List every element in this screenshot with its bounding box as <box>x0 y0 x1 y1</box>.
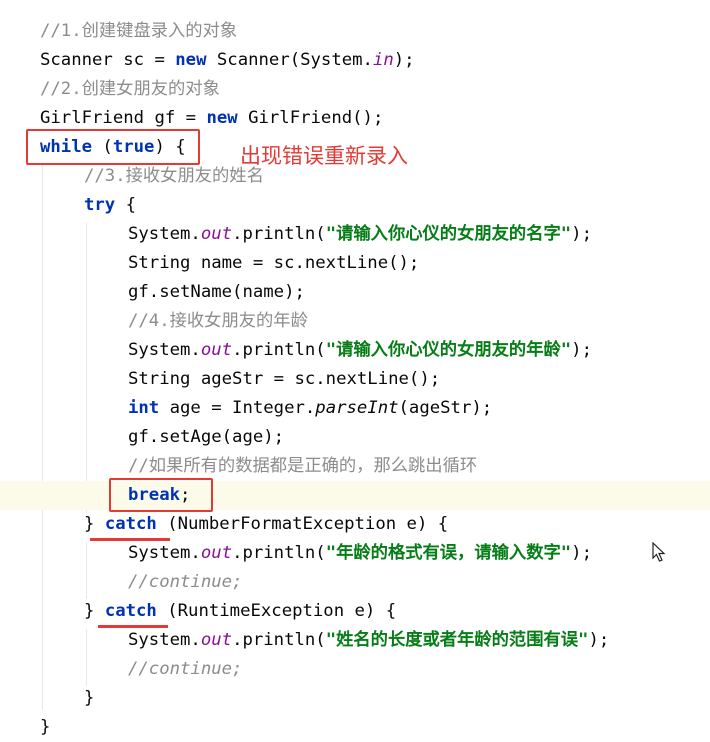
keyword: int <box>128 398 160 418</box>
code-text: .println( <box>232 340 326 360</box>
comment: //continue; <box>128 659 243 679</box>
code-line[interactable]: //如果所有的数据都是正确的，那么跳出循环 <box>0 452 710 481</box>
code-line[interactable]: //2.创建女朋友的对象 <box>0 75 710 104</box>
code-text: ); <box>571 340 592 360</box>
code-text: .println( <box>232 630 326 650</box>
code-text: } <box>84 688 95 708</box>
code-line[interactable]: try { <box>0 191 710 220</box>
code-text: ); <box>571 543 592 563</box>
current-code-line[interactable]: break; <box>0 481 710 510</box>
code-text: } <box>40 717 51 737</box>
keyword: new <box>206 108 238 128</box>
keyword: catch <box>104 514 157 534</box>
code-line[interactable]: } catch (RuntimeException e) { <box>0 597 710 626</box>
comment: //continue; <box>128 572 243 592</box>
comment: //4.接收女朋友的年龄 <box>128 311 308 331</box>
code-line[interactable]: //4.接收女朋友的年龄 <box>0 307 710 336</box>
code-text: ); <box>571 224 592 244</box>
code-text: gf.setAge(age); <box>128 427 285 447</box>
field: in <box>372 50 394 70</box>
field: out <box>200 340 233 360</box>
code-text: String name = sc.nextLine(); <box>128 253 420 273</box>
code-line[interactable]: } <box>0 684 710 713</box>
code-line[interactable]: } catch (NumberFormatException e) { <box>0 510 710 539</box>
code-text: age = Integer. <box>159 398 316 418</box>
code-text: GirlFriend(); <box>237 108 384 128</box>
code-line[interactable]: //continue; <box>0 568 710 597</box>
code-text: GirlFriend gf = <box>40 108 207 128</box>
mouse-cursor-icon <box>652 542 666 562</box>
keyword: new <box>175 50 207 70</box>
comment: //如果所有的数据都是正确的，那么跳出循环 <box>128 456 478 476</box>
catch-underline <box>90 538 170 541</box>
code-line[interactable]: System.out.println("姓名的长度或者年龄的范围有误"); <box>0 626 710 655</box>
code-line[interactable]: System.out.println("年龄的格式有误，请输入数字"); <box>0 539 710 568</box>
code-text: (RuntimeException e) { <box>156 601 397 621</box>
code-line[interactable]: gf.setName(name); <box>0 278 710 307</box>
code-text: System. <box>128 340 201 360</box>
code-text: Scanner sc = <box>40 50 176 70</box>
code-line[interactable]: String ageStr = sc.nextLine(); <box>0 365 710 394</box>
code-text: ); <box>393 50 415 70</box>
code-text: } <box>84 601 105 621</box>
code-text: ); <box>588 630 610 650</box>
code-line[interactable]: //continue; <box>0 655 710 684</box>
code-line[interactable]: System.out.println("请输入你心仪的女朋友的年龄"); <box>0 336 710 365</box>
static-method: parseInt <box>315 398 399 418</box>
comment: //1.创建键盘录入的对象 <box>40 21 238 41</box>
code-text: .println( <box>232 224 326 244</box>
break-highlight-box <box>109 478 213 512</box>
code-text: { <box>115 195 137 215</box>
code-text: gf.setName(name); <box>128 282 305 302</box>
while-highlight-box <box>26 129 200 165</box>
code-text: (NumberFormatException e) { <box>156 514 449 534</box>
code-text: (ageStr); <box>398 398 493 418</box>
code-text: } <box>84 514 105 534</box>
code-line[interactable]: gf.setAge(age); <box>0 423 710 452</box>
field: out <box>200 543 233 563</box>
string-literal: "姓名的长度或者年龄的范围有误" <box>325 630 589 650</box>
code-line[interactable]: String name = sc.nextLine(); <box>0 249 710 278</box>
keyword: try <box>84 195 116 215</box>
code-line[interactable]: Scanner sc = new Scanner(System.in); <box>0 46 710 75</box>
code-text: .println( <box>232 543 326 563</box>
code-text: Scanner(System. <box>206 50 373 70</box>
field: out <box>200 630 233 650</box>
comment: //2.创建女朋友的对象 <box>40 79 220 99</box>
string-literal: "年龄的格式有误，请输入数字" <box>325 543 572 563</box>
string-literal: "请输入你心仪的女朋友的年龄" <box>325 340 572 360</box>
code-text: System. <box>128 543 201 563</box>
code-line[interactable]: int age = Integer.parseInt(ageStr); <box>0 394 710 423</box>
comment: //3.接收女朋友的姓名 <box>84 166 264 186</box>
string-literal: "请输入你心仪的女朋友的名字" <box>325 224 572 244</box>
code-text: System. <box>128 224 201 244</box>
code-text: System. <box>128 630 201 650</box>
code-line[interactable]: System.out.println("请输入你心仪的女朋友的名字"); <box>0 220 710 249</box>
annotation-text: 出现错误重新录入 <box>240 144 408 168</box>
catch-underline <box>98 625 168 628</box>
keyword: catch <box>104 601 157 621</box>
code-text: String ageStr = sc.nextLine(); <box>128 369 441 389</box>
field: out <box>200 224 233 244</box>
code-line[interactable]: //1.创建键盘录入的对象 <box>0 17 710 46</box>
